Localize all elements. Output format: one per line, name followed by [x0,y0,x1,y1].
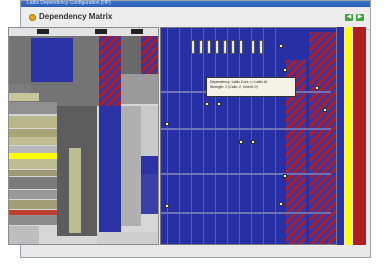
dependency-block[interactable] [141,174,158,214]
row-label[interactable] [9,177,57,189]
row-label[interactable] [9,200,57,209]
column-marker[interactable] [239,40,243,54]
app-logo-icon [29,14,36,21]
row-label[interactable] [9,159,57,169]
cycle-column[interactable] [337,27,344,245]
dependency-line [161,212,331,214]
selected-column-highlight[interactable] [345,27,352,245]
footer-cells [97,232,158,244]
dependency-marker[interactable] [165,122,169,126]
back-button[interactable]: ◀ [345,14,353,21]
column-marker[interactable] [215,40,219,54]
dependency-marker[interactable] [251,140,255,144]
module-cell[interactable] [69,148,81,233]
column-marker[interactable] [231,40,235,54]
dependency-tooltip: Dependency: Lattix.Core <> Lattix.UI Str… [206,77,296,97]
dependency-block[interactable] [31,38,73,82]
row-label[interactable] [9,146,57,153]
column-marker[interactable] [223,40,227,54]
expand-control[interactable] [131,29,143,34]
dependency-marker[interactable] [239,140,243,144]
expand-control[interactable] [37,29,49,34]
row-label[interactable] [9,116,57,128]
dependency-marker[interactable] [283,174,287,178]
module-cell[interactable] [121,106,141,226]
row-label[interactable] [9,170,57,176]
view-title: Dependency Matrix [39,12,113,21]
module-cell[interactable] [121,36,141,74]
cycle-column-highlight[interactable] [353,27,366,245]
dependency-line [161,173,331,175]
dependency-marker[interactable] [279,44,283,48]
row-label[interactable] [9,226,39,244]
column-marker[interactable] [199,40,203,54]
row-label[interactable] [9,129,57,137]
expand-control[interactable] [95,29,107,34]
dependency-marker[interactable] [315,86,319,90]
row-label[interactable] [9,190,57,199]
dependency-marker[interactable] [217,102,221,106]
window-title: Lattix Dependency Configuration [HP] [27,0,111,6]
dependency-block[interactable] [99,106,121,236]
dependency-line [161,128,331,130]
forward-button[interactable]: ▶ [356,14,364,21]
dependency-marker[interactable] [283,68,287,72]
row-label[interactable] [9,93,39,101]
dependency-marker[interactable] [279,202,283,206]
column-marker[interactable] [191,40,195,54]
dependency-marker[interactable] [165,204,169,208]
row-label[interactable] [9,215,57,225]
dependency-marker[interactable] [323,108,327,112]
row-label[interactable] [9,137,57,145]
cycle-block[interactable] [99,36,121,106]
module-cell[interactable] [121,74,158,104]
column-marker[interactable] [259,40,263,54]
dependency-matrix[interactable]: Dependency: Lattix.Core <> Lattix.UI Str… [160,27,337,245]
column-marker[interactable] [207,40,211,54]
dependency-block[interactable] [141,156,158,174]
cycle-block[interactable] [141,36,158,74]
hierarchy-pane[interactable] [8,27,159,245]
column-marker[interactable] [251,40,255,54]
row-label[interactable] [9,102,57,114]
dependency-marker[interactable] [205,102,209,106]
tooltip-line-2: Strength: 2 (Calls: 2, Inherit: 0) [210,85,258,89]
